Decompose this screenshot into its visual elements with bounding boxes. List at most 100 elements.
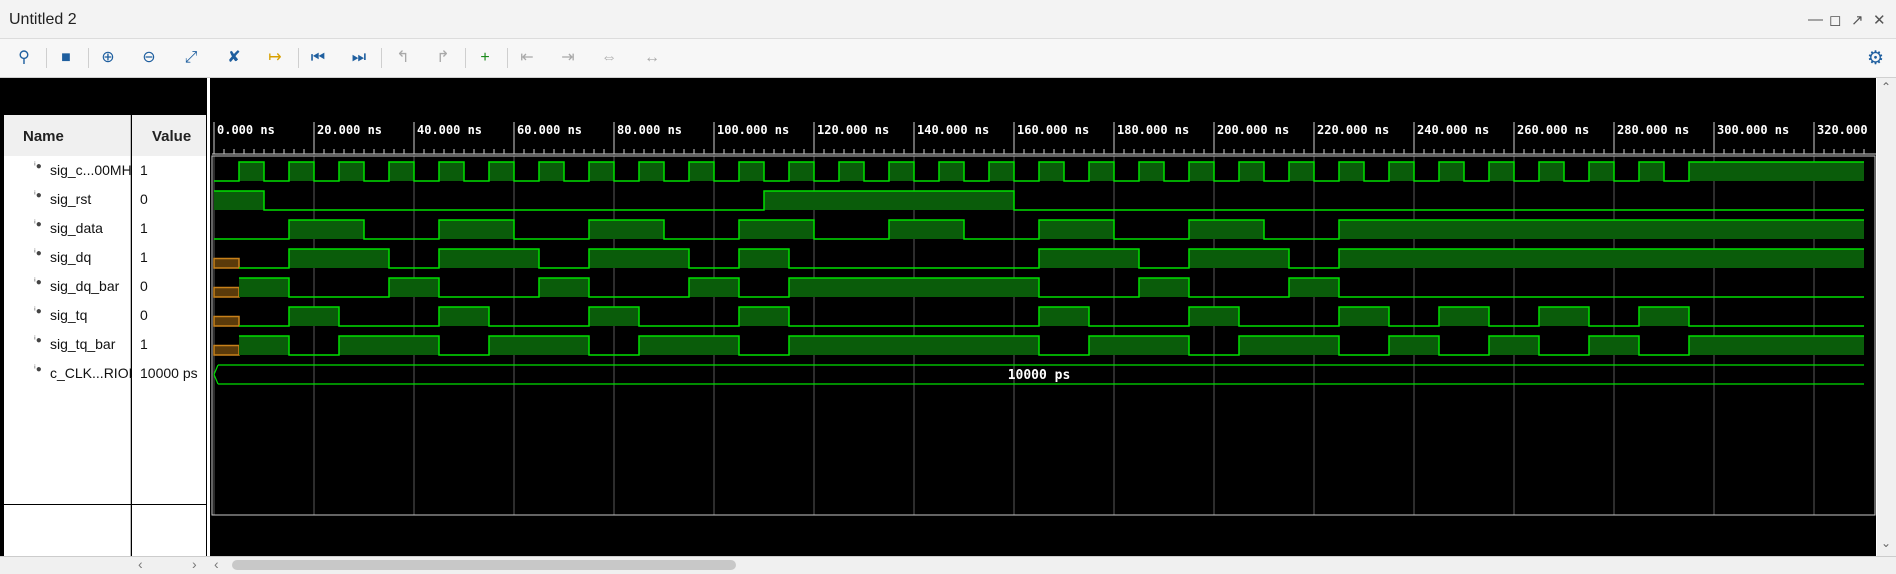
snap-icon[interactable]: ↔	[641, 47, 663, 69]
go-to-start-icon[interactable]: ⏮	[307, 47, 329, 69]
signal-row[interactable]: ⁱ● sig_data	[4, 214, 130, 243]
signal-icon: ⁱ●	[34, 190, 42, 201]
high-segment	[439, 220, 514, 239]
save-icon[interactable]: ■	[55, 47, 77, 69]
high-segment	[1139, 278, 1189, 297]
signal-row[interactable]: ⁱ● sig_tq_bar	[4, 330, 130, 359]
minimize-icon[interactable]: —	[1808, 11, 1823, 28]
ruler-tick-label: 300.000 ns	[1717, 123, 1789, 137]
high-segment	[1339, 162, 1364, 181]
next-transition-icon[interactable]: ↱	[432, 47, 454, 69]
signal-row[interactable]: ⁱ● sig_rst	[4, 185, 130, 214]
name-column-header[interactable]: Name	[4, 115, 131, 156]
signal-icon: ⁱ●	[34, 248, 42, 259]
ruler-tick-label: 0.000 ns	[217, 123, 275, 137]
previous-marker-icon[interactable]: ⇤	[516, 47, 538, 69]
vertical-scrollbar[interactable]: ⌃ ⌄	[1877, 78, 1896, 556]
high-segment	[1539, 307, 1589, 326]
close-icon[interactable]: ✕	[1873, 11, 1886, 29]
scroll-left-icon[interactable]: ‹	[138, 556, 143, 572]
high-segment	[789, 336, 1039, 355]
zoom-out-icon[interactable]: ⊖	[138, 47, 160, 69]
signal-list-pane: Name Value ⁱ● sig_c...00MH ⁱ● sig_rst ⁱ● si…	[0, 78, 207, 560]
signal-row[interactable]: ⁱ● sig_c...00MH	[4, 156, 132, 185]
signal-name: sig_dq_bar	[50, 278, 120, 294]
signal-icon: ⁱ●	[34, 306, 42, 317]
value-column-header[interactable]: Value	[132, 115, 206, 156]
search-icon[interactable]: ⚲	[13, 47, 35, 69]
cursor-to-zero-icon[interactable]: ✘	[223, 47, 245, 69]
ruler-tick-label: 180.000 ns	[1117, 123, 1189, 137]
swap-cursors-icon[interactable]: ⇔	[598, 47, 620, 69]
high-segment	[239, 278, 289, 297]
scroll-down-icon[interactable]: ⌄	[1881, 536, 1891, 550]
ruler-tick-label: 200.000 ns	[1217, 123, 1289, 137]
signal-value: 0	[140, 278, 148, 294]
high-segment	[289, 162, 314, 181]
high-segment	[489, 336, 589, 355]
high-segment	[1539, 162, 1564, 181]
ruler-tick-label: 160.000 ns	[1017, 123, 1089, 137]
high-segment	[1589, 336, 1639, 355]
high-segment	[689, 162, 714, 181]
scroll-up-icon[interactable]: ⌃	[1881, 80, 1891, 94]
high-segment	[1289, 162, 1314, 181]
high-segment	[1389, 162, 1414, 181]
signal-row[interactable]: ⁱ● sig_dq	[4, 243, 130, 272]
horizontal-scroll-area: ‹ › ‹	[0, 556, 1896, 574]
high-segment	[1039, 162, 1064, 181]
name-header-label: Name	[23, 128, 64, 145]
zoom-in-icon[interactable]: ⊕	[97, 47, 119, 69]
go-to-time-icon[interactable]: ↦	[264, 47, 286, 69]
float-icon[interactable]: ↗	[1851, 11, 1864, 29]
high-segment	[1239, 162, 1264, 181]
title-bar: Untitled 2 — ◻ ↗ ✕	[0, 0, 1896, 39]
signal-row[interactable]: ⁱ● sig_tq	[4, 301, 130, 330]
high-segment	[289, 220, 364, 239]
wave-scroll-left-icon[interactable]: ‹	[214, 556, 219, 572]
next-marker-icon[interactable]: ⇥	[557, 47, 579, 69]
ruler-tick-label: 120.000 ns	[817, 123, 889, 137]
signal-icon: ⁱ●	[34, 335, 42, 346]
undefined-segment	[213, 286, 240, 298]
high-segment	[1189, 162, 1214, 181]
signal-name: sig_data	[50, 220, 103, 236]
signal-value: 0	[140, 191, 148, 207]
settings-icon[interactable]: ⚙	[1867, 47, 1884, 70]
ruler-tick-label: 20.000 ns	[317, 123, 382, 137]
ruler-tick-label: 80.000 ns	[617, 123, 682, 137]
waveform-canvas[interactable]: 0.000 ns 20.000 ns 40.000 ns 60.000 ns 80.00…	[210, 78, 1876, 556]
previous-transition-icon[interactable]: ↰	[392, 47, 414, 69]
bus-value-label: 10000 ps	[1008, 368, 1071, 383]
high-segment	[339, 162, 364, 181]
high-segment	[1389, 336, 1439, 355]
high-segment	[1339, 220, 1864, 239]
high-segment	[1639, 307, 1689, 326]
signal-name: sig_dq	[50, 249, 92, 265]
signal-icon: ⁱ●	[34, 161, 42, 172]
high-segment	[439, 162, 464, 181]
signal-row[interactable]: ⁱ● c_CLK...RIOD	[4, 359, 139, 388]
high-segment	[839, 162, 864, 181]
maximize-icon[interactable]: ◻	[1829, 11, 1841, 29]
high-segment	[1589, 162, 1614, 181]
high-segment	[689, 278, 739, 297]
signal-row[interactable]: ⁱ● sig_dq_bar	[4, 272, 130, 301]
ruler-tick-label: 220.000 ns	[1317, 123, 1389, 137]
high-segment	[739, 220, 814, 239]
signal-name: sig_tq_bar	[50, 336, 116, 352]
high-segment	[764, 191, 1014, 210]
go-to-end-icon[interactable]: ⏭	[348, 47, 370, 69]
high-segment	[239, 336, 289, 355]
ruler-tick-label: 280.000 ns	[1617, 123, 1689, 137]
add-marker-icon[interactable]: +	[474, 47, 496, 69]
high-segment	[1189, 249, 1289, 268]
ruler-tick-label: 60.000 ns	[517, 123, 582, 137]
horizontal-scrollbar-thumb[interactable]	[232, 560, 736, 570]
zoom-fit-icon[interactable]: ⤢	[180, 47, 202, 69]
high-segment	[639, 162, 664, 181]
ruler-tick-label: 100.000 ns	[717, 123, 789, 137]
high-segment	[239, 162, 264, 181]
scroll-right-icon[interactable]: ›	[192, 556, 197, 572]
signal-value: 1	[140, 162, 148, 178]
